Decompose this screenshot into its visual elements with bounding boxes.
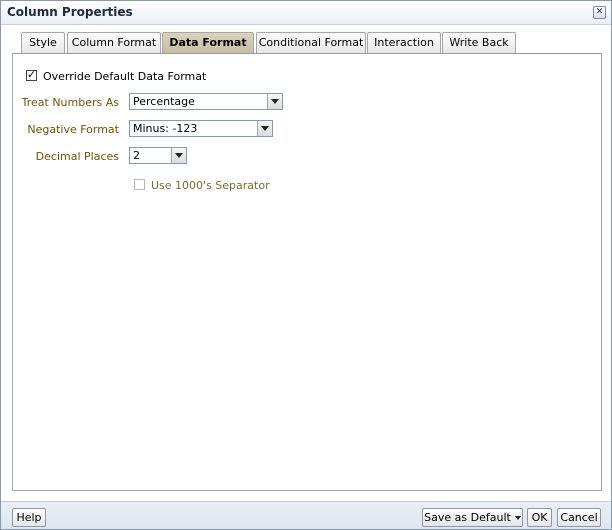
- negative-format-value: Minus: -123: [133, 122, 198, 135]
- thousands-separator-checkbox[interactable]: [134, 179, 145, 190]
- tab-style[interactable]: Style: [21, 32, 65, 54]
- cancel-button[interactable]: Cancel: [557, 508, 601, 527]
- ok-button[interactable]: OK: [527, 508, 552, 527]
- tab-data-format[interactable]: Data Format: [162, 32, 254, 55]
- tab-conditional-format-label: Conditional Format: [258, 36, 364, 49]
- negative-format-label: Negative Format: [27, 123, 119, 136]
- save-as-default-button[interactable]: Save as Default: [422, 508, 523, 527]
- column-properties-dialog: Column Properties ✕ Style Column Format …: [0, 0, 612, 530]
- checkmark-icon: ✓: [27, 68, 37, 81]
- treat-numbers-label: Treat Numbers As: [21, 96, 119, 109]
- tab-column-format-label: Column Format: [71, 36, 157, 49]
- chevron-down-icon: [514, 516, 521, 520]
- help-button-label: Help: [16, 511, 42, 524]
- tab-interaction-label: Interaction: [374, 36, 434, 49]
- tab-column-format[interactable]: Column Format: [67, 32, 161, 54]
- tab-write-back[interactable]: Write Back: [442, 32, 516, 54]
- chevron-down-icon: [171, 148, 186, 163]
- thousands-separator-label: Use 1000's Separator: [151, 179, 270, 192]
- negative-format-select[interactable]: Minus: -123: [129, 120, 273, 137]
- close-icon[interactable]: ✕: [593, 6, 606, 19]
- tab-style-label: Style: [29, 36, 57, 49]
- tab-strip: Style Column Format Data Format Conditio…: [21, 32, 601, 55]
- tab-write-back-label: Write Back: [449, 36, 509, 49]
- tab-conditional-format[interactable]: Conditional Format: [256, 32, 366, 54]
- decimal-places-select[interactable]: 2: [129, 147, 187, 164]
- tab-interaction[interactable]: Interaction: [367, 32, 441, 54]
- treat-numbers-select[interactable]: Percentage: [129, 93, 283, 110]
- chevron-down-icon: [267, 94, 282, 109]
- treat-numbers-value: Percentage: [133, 95, 195, 108]
- dialog-footer: Help Save as Default OK Cancel: [1, 501, 611, 529]
- dialog-title: Column Properties: [7, 5, 133, 19]
- dialog-titlebar: Column Properties ✕: [1, 1, 611, 25]
- decimal-places-value: 2: [133, 149, 140, 162]
- tab-data-format-label: Data Format: [169, 36, 247, 49]
- ok-button-label: OK: [531, 511, 548, 524]
- help-button[interactable]: Help: [12, 508, 46, 527]
- data-format-panel: ✓ Override Default Data Format Treat Num…: [12, 53, 602, 491]
- cancel-button-label: Cancel: [560, 511, 598, 524]
- override-default-label: Override Default Data Format: [43, 70, 207, 83]
- chevron-down-icon: [257, 121, 272, 136]
- override-default-checkbox[interactable]: ✓: [26, 68, 37, 81]
- decimal-places-label: Decimal Places: [35, 150, 119, 163]
- save-as-default-label: Save as Default: [424, 511, 511, 524]
